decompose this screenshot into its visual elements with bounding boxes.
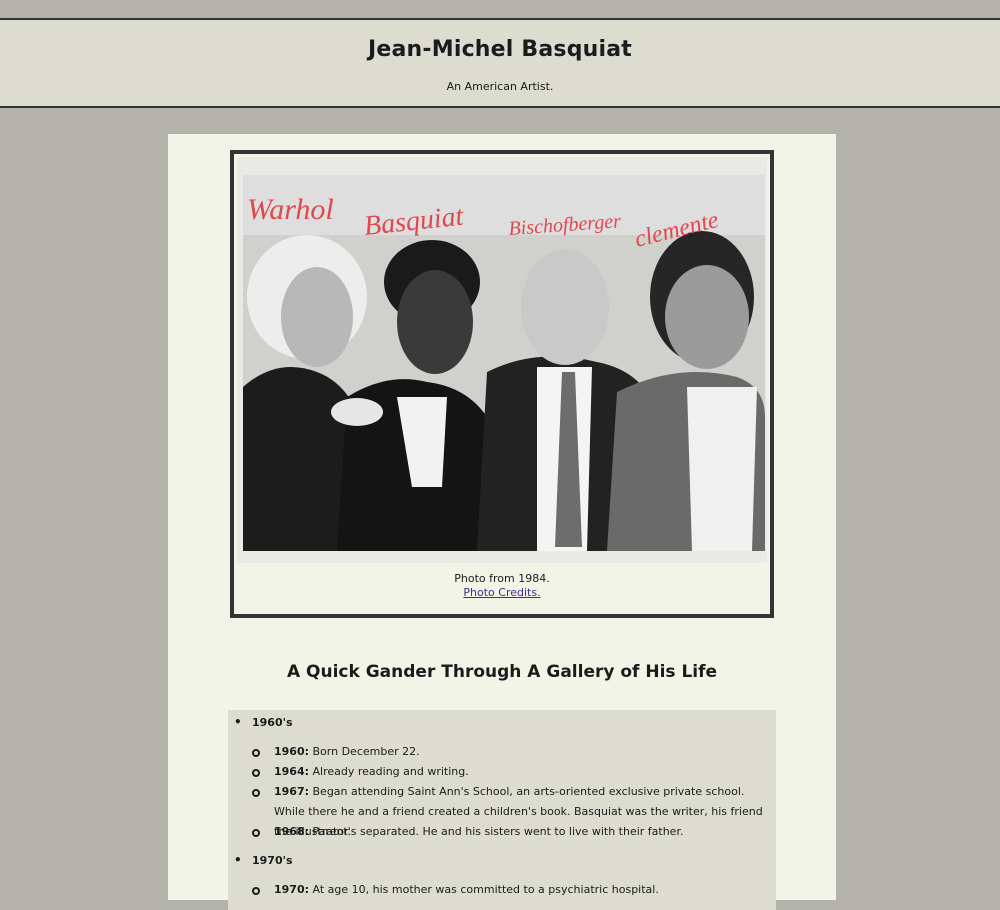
photo-caption: Photo from 1984. Photo Credits. [234,572,770,600]
photo-figure: Warhol Basquiat Bischofberger clemente P… [230,150,774,618]
event-text: At age 10, his mother was committed to a… [312,883,659,896]
ring-bullet-icon [252,769,260,777]
event-text: Parent's separated. He and his sisters w… [312,825,684,838]
event-item: 1968: Parent's separated. He and his sis… [252,822,764,842]
ring-bullet-icon [252,789,260,797]
photo-credits-link[interactable]: Photo Credits. [463,586,540,599]
caption-text: Photo from 1984. [454,572,550,585]
event-year: 1970: [274,883,310,896]
event-item: 1960: Born December 22. [252,742,764,762]
ring-bullet-icon [252,829,260,837]
event-year: 1960: [274,745,310,758]
timeline-list: • 1960's 1960: Born December 22. 1964: A… [228,710,776,910]
event-year: 1964: [274,765,310,778]
main-content: Warhol Basquiat Bischofberger clemente P… [168,134,836,910]
photo-label-warhol: Warhol [247,193,334,226]
gallery-heading: A Quick Gander Through A Gallery of His … [286,662,718,682]
event-text: Already reading and writing. [312,765,469,778]
event-text: Born December 22. [312,745,420,758]
page-title: Jean-Michel Basquiat [367,37,633,62]
event-item: 1970: At age 10, his mother was committe… [252,880,764,900]
bullet-icon: • [234,853,242,867]
page-subtitle: An American Artist. [446,80,554,93]
decade-label: 1960's [252,716,293,729]
bullet-icon: • [234,715,242,729]
group-photo: Warhol Basquiat Bischofberger clemente [237,157,767,563]
ring-bullet-icon [252,887,260,895]
event-year: 1967: [274,785,310,798]
ring-bullet-icon [252,749,260,757]
event-item: 1964: Already reading and writing. [252,762,764,782]
event-year: 1968: [274,825,310,838]
site-header: Jean-Michel Basquiat An American Artist. [0,18,1000,108]
decade-label: 1970's [252,854,293,867]
